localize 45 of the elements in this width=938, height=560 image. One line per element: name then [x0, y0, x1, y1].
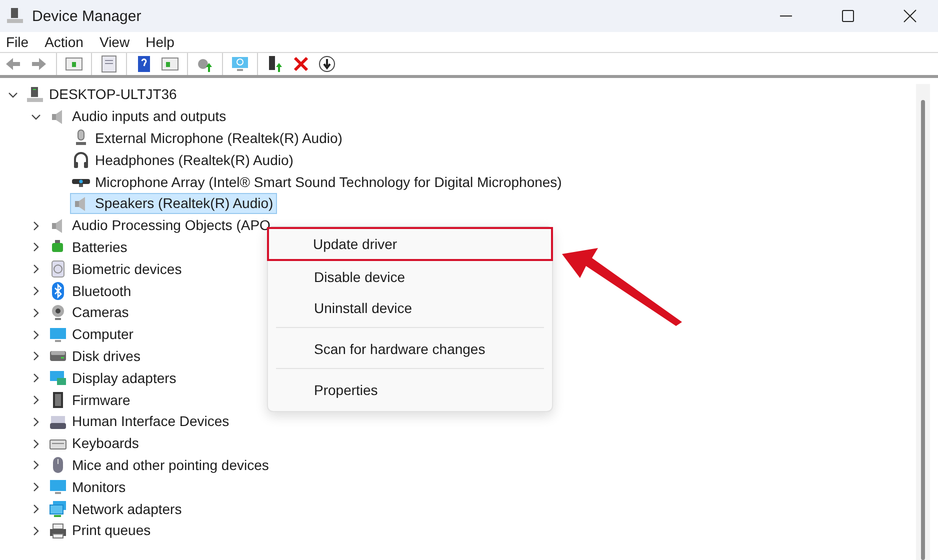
close-icon — [903, 9, 917, 23]
tree-item[interactable]: Computer — [47, 324, 138, 346]
scrollbar[interactable] — [916, 84, 930, 560]
tree-item[interactable]: Biometric devices — [47, 258, 186, 280]
maximize-icon — [841, 9, 855, 23]
tree-item[interactable]: DESKTOP-ULTJT36 — [24, 84, 181, 106]
tree-item[interactable]: Cameras — [47, 302, 133, 324]
monitor-icon — [49, 478, 67, 496]
printer-icon — [49, 522, 67, 540]
tree-item[interactable]: Display adapters — [47, 368, 180, 389]
menu-item[interactable]: Uninstall device — [268, 292, 552, 323]
tree-item[interactable]: Disk drives — [47, 346, 144, 367]
minimize-icon — [779, 15, 793, 17]
webcam-icon — [49, 304, 67, 322]
tree-item[interactable]: Human Interface Devices — [47, 411, 234, 432]
menu-item[interactable]: Scan for hardware changes — [268, 333, 552, 364]
menu-item[interactable]: Help — [144, 34, 182, 50]
tree-item[interactable]: Batteries — [47, 236, 132, 258]
bluetooth-icon — [49, 282, 67, 300]
tree-item[interactable]: Speakers (Realtek(R) Audio) — [70, 193, 278, 214]
menu-item[interactable]: Action — [42, 34, 92, 50]
tree-item[interactable]: Headphones (Realtek(R) Audio) — [70, 150, 298, 171]
tree-item[interactable]: Mice and other pointing devices — [47, 454, 273, 476]
window-title: Device Manager — [32, 8, 142, 24]
menu-item[interactable]: Disable device — [268, 261, 552, 292]
tree-item[interactable]: Monitors — [47, 476, 130, 498]
menu-item[interactable]: File — [4, 34, 37, 50]
network-icon — [49, 500, 67, 518]
tree-item[interactable]: Microphone Array (Intel® Smart Sound Technology for Digital Microphones) — [70, 172, 566, 193]
menu-item[interactable]: Properties — [268, 374, 552, 405]
tree-item[interactable]: Print queues — [47, 520, 155, 542]
headphones-icon — [72, 151, 90, 170]
app-icon — [6, 7, 24, 25]
menu-item[interactable]: View — [97, 34, 138, 50]
tree-item[interactable]: Keyboards — [47, 433, 143, 454]
tree-item[interactable]: Audio inputs and outputs — [47, 106, 230, 128]
display-adapter-icon — [49, 369, 67, 388]
monitor-icon — [49, 326, 67, 344]
download-icon[interactable] — [316, 53, 338, 75]
tree-item[interactable]: Bluetooth — [47, 280, 136, 302]
tree-item[interactable]: Network adapters — [47, 498, 186, 520]
tree-item[interactable]: Firmware — [47, 390, 134, 411]
computer-icon — [26, 86, 44, 104]
tree-item[interactable]: External Microphone (Realtek(R) Audio) — [70, 128, 346, 149]
menu-item[interactable]: Update driver — [267, 227, 553, 261]
